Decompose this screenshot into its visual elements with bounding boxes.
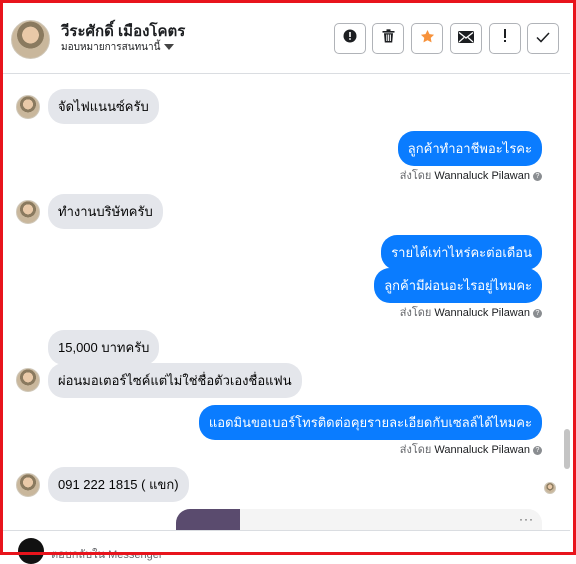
sent-by-prefix: ส่งโดย xyxy=(399,444,432,456)
sent-by-agent: Wannaluck Pilawan xyxy=(434,307,530,319)
contact-avatar[interactable] xyxy=(11,20,50,59)
incoming-message[interactable]: จัดไฟแนนซ์ครับ xyxy=(48,89,159,124)
info-icon[interactable]: ? xyxy=(533,171,542,181)
incoming-message[interactable]: ทำงานบริษัทครับ xyxy=(48,194,163,229)
star-button[interactable] xyxy=(411,23,443,54)
sent-by-label: ส่งโดย Wannaluck Pilawan? xyxy=(400,166,542,184)
envelope-icon xyxy=(458,30,474,48)
follow-up-button[interactable] xyxy=(489,23,521,54)
star-icon xyxy=(420,29,435,49)
mark-done-button[interactable] xyxy=(527,23,559,54)
incoming-message[interactable]: 15,000 บาทครับ xyxy=(48,330,160,365)
sent-by-agent: Wannaluck Pilawan xyxy=(434,170,530,182)
contact-avatar-small[interactable] xyxy=(16,95,40,119)
contact-avatar-small[interactable] xyxy=(16,200,40,224)
more-options-icon[interactable]: ··· xyxy=(519,512,534,526)
contact-avatar-small[interactable] xyxy=(16,473,40,497)
mark-spam-button[interactable] xyxy=(334,23,366,54)
info-icon[interactable]: ? xyxy=(533,445,542,455)
message-scrollbar[interactable] xyxy=(562,74,570,544)
incoming-message[interactable]: 091 222 1815 ( แขก) xyxy=(48,467,189,502)
delete-button[interactable] xyxy=(372,23,404,54)
caret-down-icon xyxy=(164,44,175,51)
outgoing-message[interactable]: แอดมินขอเบอร์โทรติดต่อคุยรายละเอียดกับเซ… xyxy=(198,405,542,440)
exclamation-icon xyxy=(503,29,507,48)
reply-input-placeholder[interactable]: ตอบกลับใน Messenger xyxy=(51,545,162,563)
outgoing-message[interactable]: ลูกค้ามีผ่อนอะไรอยู่ไหมคะ xyxy=(374,268,542,303)
mark-unread-button[interactable] xyxy=(450,23,482,54)
reply-composer[interactable]: ตอบกลับใน Messenger xyxy=(3,530,570,564)
sent-by-prefix: ส่งโดย xyxy=(399,307,432,319)
scrollbar-thumb[interactable] xyxy=(564,429,570,469)
sent-by-agent: Wannaluck Pilawan xyxy=(434,444,530,456)
sent-by-label: ส่งโดย Wannaluck Pilawan? xyxy=(400,303,542,321)
alert-circle-icon xyxy=(343,29,357,48)
sent-by-prefix: ส่งโดย xyxy=(399,170,432,182)
sent-by-label: ส่งโดย Wannaluck Pilawan? xyxy=(400,440,542,458)
assign-conversation-dropdown[interactable]: มอบหมายการสนทนานี้ xyxy=(61,40,175,55)
incoming-message[interactable]: ผ่อนมอเตอร์ไซค์แต่ไม่ใช่ชื่อตัวเองชื่อแฟ… xyxy=(48,363,302,398)
conversation-header: วีระศักดิ์ เมืองโคตร มอบหมายการสนทนานี้ xyxy=(3,3,570,74)
outgoing-message[interactable]: รายได้เท่าไหร่คะต่อเดือน xyxy=(381,235,542,270)
info-icon[interactable]: ? xyxy=(533,308,542,318)
contact-avatar-small[interactable] xyxy=(16,368,40,392)
trash-icon xyxy=(382,29,395,48)
assign-label: มอบหมายการสนทนานี้ xyxy=(61,42,161,53)
check-icon xyxy=(536,30,550,48)
seen-receipt-avatar xyxy=(544,482,556,494)
messenger-icon xyxy=(18,538,44,564)
outgoing-message[interactable]: ลูกค้าทำอาชีพอะไรคะ xyxy=(397,131,542,166)
